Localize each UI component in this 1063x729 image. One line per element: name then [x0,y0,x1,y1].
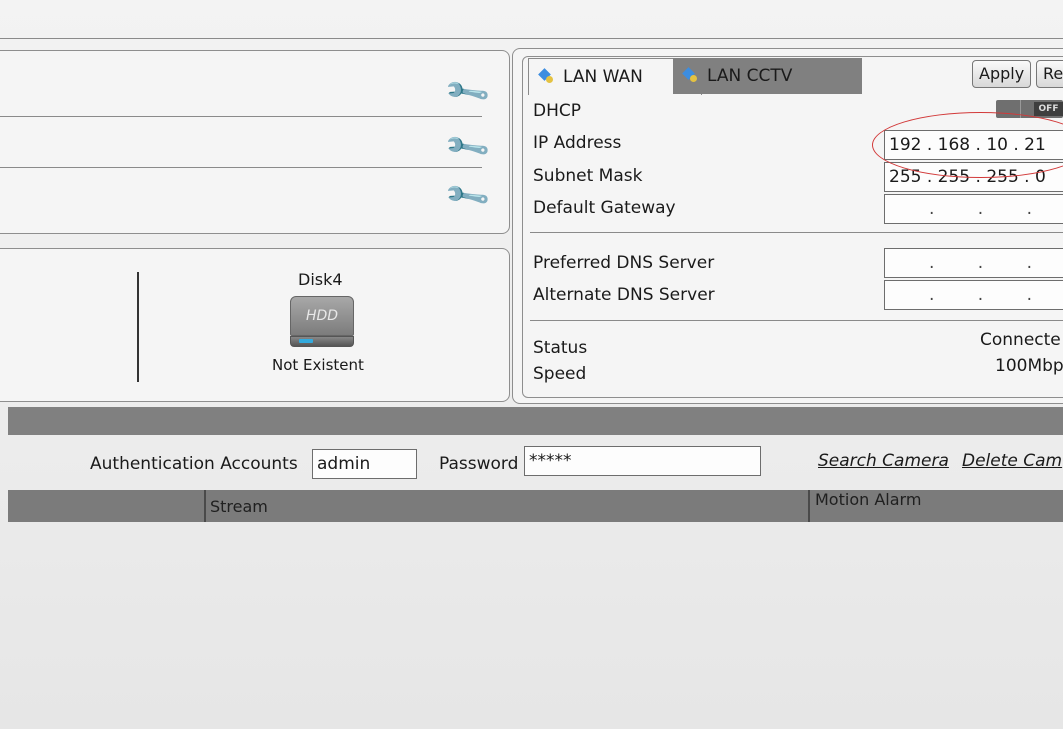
gateway-value: . . . [929,199,1033,219]
password-input[interactable]: ***** [524,446,761,476]
password-label: Password [439,454,519,474]
status-value: Connecte [980,330,1061,350]
subnet-mask-label: Subnet Mask [533,166,643,186]
disk-separator [137,272,139,382]
preferred-dns-label: Preferred DNS Server [533,253,715,273]
apply-button[interactable]: Apply [972,60,1032,88]
auth-accounts-input[interactable]: admin [312,449,417,479]
hdd-icon-label: HDD [290,296,354,336]
tab-label: LAN WAN [563,67,643,87]
preferred-dns-value: . . . [929,253,1033,273]
delete-camera-link[interactable]: Delete Cam [962,451,1062,471]
tab-label: LAN CCTV [707,66,793,86]
network-icon [539,68,555,84]
section-bar [8,407,1063,435]
network-icon [683,67,699,83]
alternate-dns-field[interactable]: . . . [884,280,1063,310]
toggle-state: OFF [1034,102,1063,116]
reset-button[interactable]: Re [1036,60,1063,88]
channel-settings-panel [0,50,510,234]
search-camera-link[interactable]: Search Camera [818,451,949,471]
top-divider [0,38,1063,39]
section-divider [530,320,1063,321]
status-label: Status [533,338,588,358]
column-header-stream[interactable]: Stream [210,497,268,516]
auth-accounts-label: Authentication Accounts [90,454,298,474]
hdd-led [299,339,313,343]
dhcp-label: DHCP [533,101,581,121]
hdd-icon: HDD [290,296,354,348]
hdd-icon-base [290,336,354,347]
row-divider [0,116,482,117]
column-header-motion-alarm[interactable]: Motion Alarm [815,490,921,509]
alternate-dns-value: . . . [929,285,1033,305]
preferred-dns-field[interactable]: . . . [884,248,1063,278]
default-gateway-label: Default Gateway [533,198,676,218]
row-divider [0,167,482,168]
vertical-divider [808,490,810,522]
speed-label: Speed [533,364,587,384]
vertical-divider [204,490,206,522]
disk-status: Not Existent [272,356,364,374]
default-gateway-field[interactable]: . . . [884,194,1063,224]
section-divider [530,232,1063,233]
speed-value: 100Mbp [995,356,1063,376]
ip-address-label: IP Address [533,133,622,153]
disk-panel [0,248,510,402]
alternate-dns-label: Alternate DNS Server [533,285,715,305]
camera-table-header: Stream Motion Alarm [8,490,1063,522]
disk-name: Disk4 [298,270,343,289]
tab-lan-cctv[interactable]: LAN CCTV [673,58,862,94]
